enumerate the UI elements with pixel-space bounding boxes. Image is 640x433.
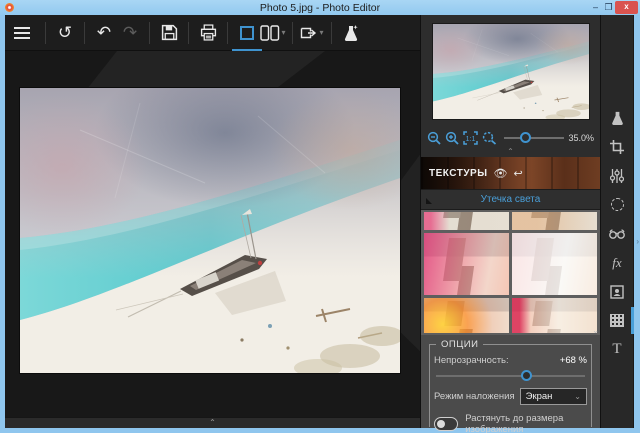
adjust-icon[interactable] bbox=[601, 161, 634, 190]
expand-strip-icon[interactable]: ⌃ bbox=[209, 420, 216, 426]
magic-flask-icon[interactable] bbox=[338, 19, 364, 47]
export-icon[interactable]: ▾ bbox=[299, 19, 325, 47]
zoom-controls: 1:1 35.0% bbox=[421, 126, 600, 149]
single-view-icon[interactable] bbox=[234, 19, 260, 47]
zoom-slider-handle[interactable] bbox=[520, 132, 531, 143]
reset-icon[interactable]: ↩ bbox=[513, 167, 522, 180]
retouch-icon[interactable] bbox=[601, 219, 634, 248]
undo-icon[interactable]: ↺ bbox=[52, 19, 78, 47]
zoom-in-icon[interactable] bbox=[445, 130, 459, 145]
selection-icon[interactable] bbox=[601, 190, 634, 219]
texture-thumb-5[interactable] bbox=[424, 298, 509, 333]
zoom-slider[interactable] bbox=[504, 130, 564, 145]
canvas-bottom-bar[interactable]: ⌃ bbox=[5, 417, 420, 428]
back-icon[interactable]: ↶ bbox=[91, 19, 117, 47]
frames-icon[interactable] bbox=[601, 277, 634, 306]
print-icon[interactable] bbox=[195, 19, 221, 47]
textures-banner[interactable]: ТЕКСТУРЫ 👁 ↩ bbox=[421, 157, 600, 189]
minimize-button[interactable]: – bbox=[589, 1, 602, 14]
panel-collapse-chevron[interactable]: › bbox=[636, 237, 639, 246]
collapse-navigator-icon[interactable]: ⌃ bbox=[421, 149, 600, 157]
select-chevron-icon: ⌄ bbox=[574, 392, 581, 401]
svg-text:1:1: 1:1 bbox=[466, 136, 476, 143]
stretch-toggle[interactable] bbox=[434, 417, 458, 431]
texture-thumbnail-grid: ⌄ bbox=[421, 210, 600, 335]
scroll-down-icon[interactable]: ⌄ bbox=[592, 326, 599, 335]
texture-thumb-3[interactable] bbox=[424, 233, 509, 295]
image-canvas[interactable] bbox=[5, 51, 420, 417]
opacity-slider[interactable] bbox=[436, 368, 585, 383]
collapse-group-icon[interactable] bbox=[426, 198, 432, 204]
window-title: Photo 5.jpg - Photo Editor bbox=[0, 2, 640, 14]
toolbar: ↺ ↶ ↷ ▾ bbox=[5, 15, 420, 51]
maximize-button[interactable]: ❐ bbox=[602, 1, 615, 14]
options-panel: ОПЦИИ Непрозрачность: +68 % Режим наложе… bbox=[421, 335, 600, 428]
opacity-value: +68 % bbox=[560, 355, 587, 366]
forward-icon: ↷ bbox=[117, 19, 143, 47]
opacity-slider-handle[interactable] bbox=[521, 370, 532, 381]
stretch-label: Растянуть до размера изображения bbox=[465, 413, 587, 433]
actual-size-icon[interactable]: 1:1 bbox=[463, 130, 478, 145]
navigator-preview[interactable] bbox=[421, 15, 600, 126]
blend-mode-label: Режим наложения bbox=[434, 391, 515, 402]
save-icon[interactable] bbox=[156, 19, 182, 47]
blend-mode-value: Экран bbox=[526, 391, 553, 402]
menu-button[interactable] bbox=[5, 15, 39, 51]
textures-icon[interactable] bbox=[601, 306, 634, 335]
titlebar[interactable]: Photo 5.jpg - Photo Editor – ❐ x bbox=[0, 0, 640, 15]
tools-sidebar: fx T › bbox=[600, 15, 633, 428]
zoom-value: 35.0% bbox=[568, 133, 594, 143]
zoom-out-icon[interactable] bbox=[427, 130, 441, 145]
crop-icon[interactable] bbox=[601, 132, 634, 161]
app-window: Photo 5.jpg - Photo Editor – ❐ x ↺ ↶ ↷ bbox=[0, 0, 640, 433]
fit-to-screen-icon[interactable] bbox=[482, 130, 497, 145]
right-panel: 1:1 35.0% ⌃ ТЕКСТУРЫ 👁 ↩ Утечка све bbox=[420, 15, 600, 428]
blend-mode-select[interactable]: Экран ⌄ bbox=[520, 388, 587, 405]
compare-view-icon[interactable]: ▾ bbox=[260, 19, 286, 47]
texture-thumb-6[interactable] bbox=[512, 298, 597, 333]
texture-thumb-1[interactable] bbox=[424, 212, 509, 230]
compare-chevron-icon[interactable]: ▾ bbox=[281, 28, 285, 37]
options-legend: ОПЦИИ bbox=[436, 339, 483, 350]
lightleak-group-header[interactable]: Утечка света bbox=[421, 189, 600, 210]
magic-enhance-icon[interactable] bbox=[601, 103, 634, 132]
texture-thumb-2[interactable] bbox=[512, 212, 597, 230]
lightleak-group-title: Утечка света bbox=[421, 194, 600, 205]
texture-thumb-4-selected[interactable] bbox=[512, 233, 597, 295]
navigator-thumbnail[interactable] bbox=[433, 24, 589, 119]
close-button[interactable]: x bbox=[615, 1, 638, 14]
opacity-label: Непрозрачность: bbox=[434, 355, 509, 366]
eye-icon[interactable]: 👁 bbox=[494, 167, 508, 180]
textures-banner-label: ТЕКСТУРЫ bbox=[429, 168, 488, 179]
text-tool-icon[interactable]: T bbox=[601, 335, 634, 364]
export-chevron-icon[interactable]: ▾ bbox=[319, 28, 323, 37]
effects-icon[interactable]: fx bbox=[601, 248, 634, 277]
edited-photo[interactable] bbox=[20, 88, 400, 373]
